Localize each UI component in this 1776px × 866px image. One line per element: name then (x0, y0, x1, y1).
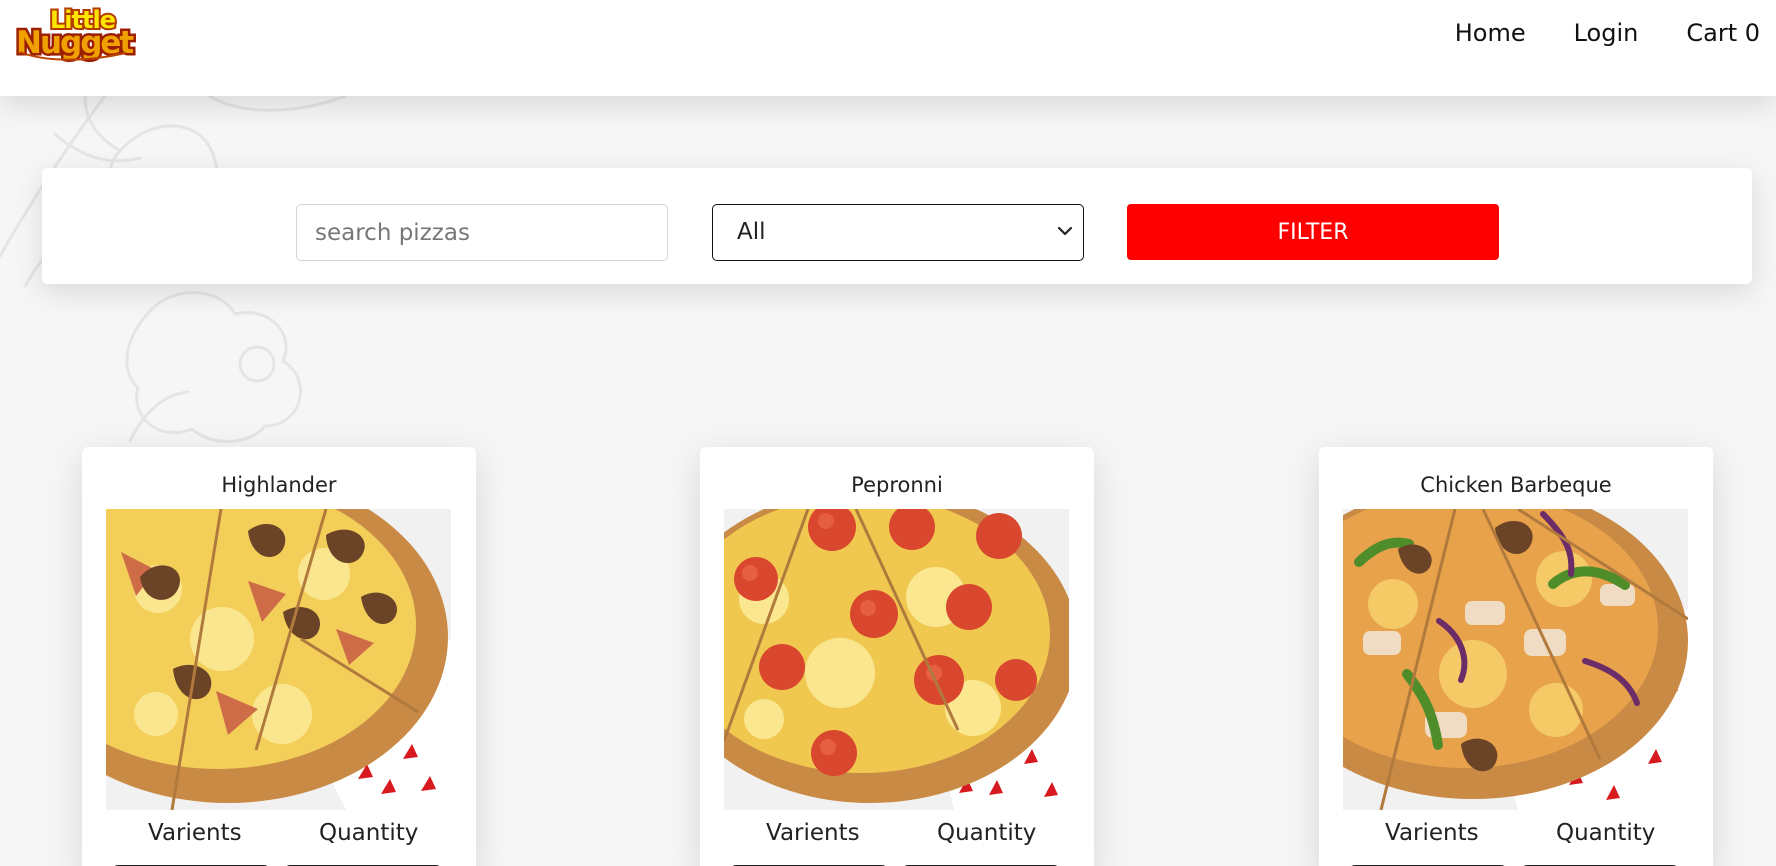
highlander-pizza-image[interactable] (106, 509, 451, 810)
chevron-down-icon (1057, 226, 1073, 236)
pepronni-pizza-image[interactable] (724, 509, 1069, 810)
filter-panel: All FILTER (42, 168, 1752, 284)
quantity-label: Quantity (319, 820, 419, 846)
category-select[interactable]: All (712, 204, 1084, 261)
little-nugget-logo[interactable]: Little Nugget (14, 3, 136, 67)
pizza-name: Pepronni (851, 473, 943, 497)
search-pizzas-input[interactable] (296, 204, 668, 261)
variants-label: Varients (148, 820, 242, 846)
nav-cart-link[interactable]: Cart 0 (1686, 18, 1760, 48)
quantity-label: Quantity (937, 820, 1037, 846)
pizza-card-highlander: Highlander Varients Quantity (82, 447, 476, 866)
filter-button[interactable]: FILTER (1127, 204, 1499, 260)
variants-label: Varients (1385, 820, 1479, 846)
quantity-label: Quantity (1556, 820, 1656, 846)
chicken-barbeque-pizza-image[interactable] (1343, 509, 1688, 810)
nav-login-link[interactable]: Login (1574, 18, 1639, 48)
pizza-name: Chicken Barbeque (1420, 473, 1612, 497)
variants-label: Varients (766, 820, 860, 846)
pizza-card-pepronni: Pepronni Varients Quantity (700, 447, 1094, 866)
pizza-card-chicken-barbeque: Chicken Barbeque Varients Quantity (1319, 447, 1713, 866)
main-nav: Home Login Cart 0 (1455, 18, 1760, 48)
pizza-name: Highlander (221, 473, 337, 497)
top-navigation: Little Nugget Home Login Cart 0 (0, 0, 1776, 96)
pizza-menu-page: Little Nugget Home Login Cart 0 All FILT… (0, 0, 1776, 866)
nav-home-link[interactable]: Home (1455, 18, 1526, 48)
selected-category: All (737, 219, 766, 245)
